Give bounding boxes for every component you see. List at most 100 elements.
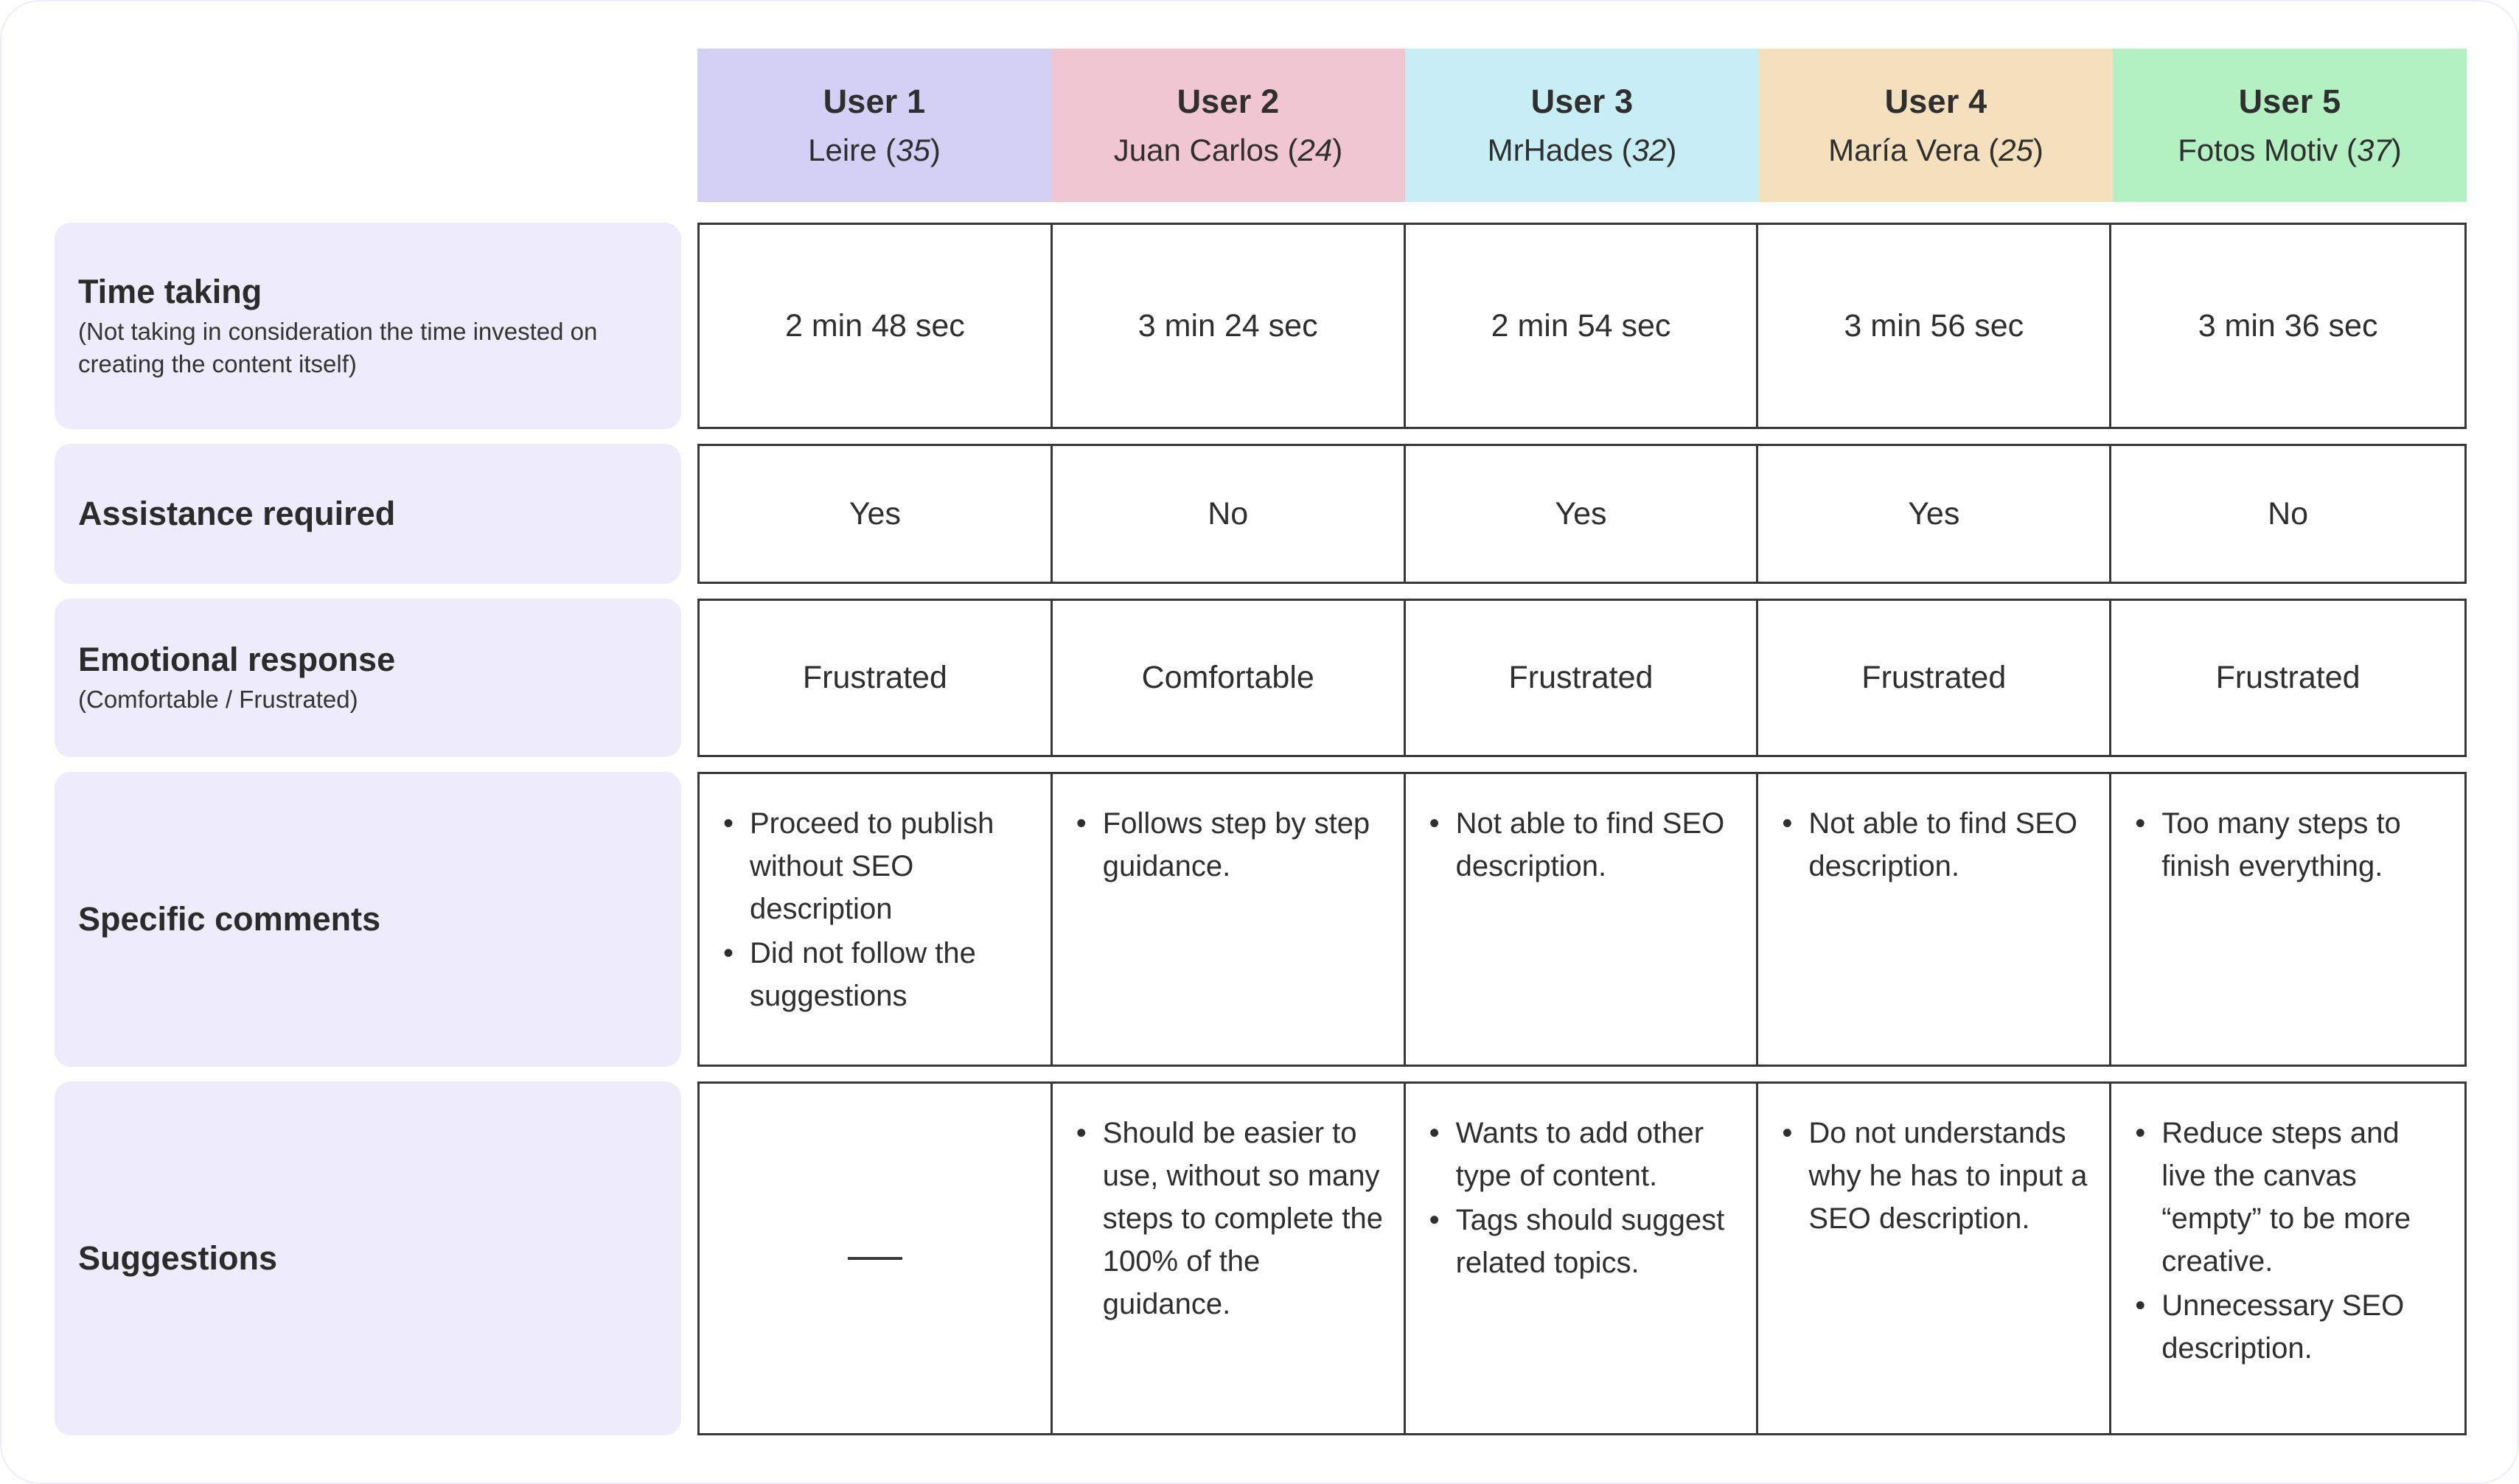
- cell-value: Yes: [1555, 495, 1607, 532]
- header-user-age: 32: [1631, 133, 1667, 167]
- cell-value: No: [2268, 495, 2309, 532]
- empty-dash-icon: [847, 1257, 902, 1260]
- cell-value: Yes: [1908, 495, 1960, 532]
- header-user-age: 37: [2357, 133, 2391, 167]
- table-cell-r1-c4: No: [2111, 446, 2464, 582]
- cell-value: Comfortable: [1141, 660, 1314, 695]
- bullet-list: Not able to find SEO description.: [1425, 802, 1738, 889]
- table-cell-r1-c0: Yes: [700, 446, 1053, 582]
- header-user-title: User 5: [2238, 83, 2341, 120]
- header-user-name-age: MrHades (32): [1487, 133, 1677, 167]
- table-header-row: User 1 Leire (35) User 2 Juan Carlos (24) Us…: [697, 49, 2467, 202]
- table-cell-r2-c0: Frustrated: [700, 601, 1053, 755]
- table-cell-r1-c3: Yes: [1758, 446, 2112, 582]
- cell-value: Frustrated: [802, 660, 947, 695]
- table-cell-r0-c4: 3 min 36 sec: [2111, 225, 2464, 427]
- row-label-title: Suggestions: [78, 1239, 278, 1278]
- header-user-title: User 3: [1530, 83, 1634, 120]
- row-label-3: Specific comments: [55, 772, 681, 1067]
- header-cell-user-2: User 2 Juan Carlos (24): [1051, 49, 1405, 202]
- cell-value: 3 min 24 sec: [1137, 307, 1318, 344]
- bullet-item: Unnecessary SEO description.: [2130, 1284, 2445, 1370]
- header-user-name-age: Fotos Motiv (37): [2178, 133, 2402, 167]
- bullet-list: Follows step by step guidance.: [1072, 802, 1384, 889]
- table-cell-r2-c4: Frustrated: [2111, 601, 2464, 755]
- row-label-title: Specific comments: [78, 900, 381, 938]
- cell-value: 2 min 48 sec: [785, 307, 965, 344]
- cell-value: No: [1208, 495, 1249, 532]
- bullet-list: Should be easier to use, without so many…: [1072, 1112, 1384, 1327]
- row-label-title: Assistance required: [78, 495, 396, 533]
- table-cell-r3-c4: Too many steps to finish everything.: [2111, 774, 2464, 1065]
- row-label-0: Time taking (Not taking in consideration …: [55, 223, 681, 429]
- header-cell-user-3: User 3 MrHades (32): [1405, 49, 1759, 202]
- cell-value: Yes: [849, 495, 901, 532]
- bullet-list: Do not understands why he has to input a…: [1777, 1112, 2090, 1241]
- bullet-list: Not able to find SEO description.: [1777, 802, 2090, 889]
- table-row: Should be easier to use, without so many…: [697, 1081, 2467, 1435]
- table-cell-r1-c1: No: [1053, 446, 1406, 582]
- bullet-item: Tags should suggest related topics.: [1425, 1199, 1738, 1284]
- table-row: Proceed to publish without SEO descripti…: [697, 772, 2467, 1067]
- header-user-title: User 1: [823, 83, 926, 120]
- header-user-name-age: Leire (35): [808, 133, 941, 167]
- bullet-list: Reduce steps and live the canvas “empty”…: [2130, 1112, 2445, 1371]
- bullet-list: Proceed to publish without SEO descripti…: [719, 802, 1031, 1019]
- header-user-title: User 2: [1177, 83, 1280, 120]
- table-cell-r3-c0: Proceed to publish without SEO descripti…: [700, 774, 1053, 1065]
- bullet-item: Not able to find SEO description.: [1425, 802, 1738, 888]
- header-user-age: 25: [1999, 133, 2033, 167]
- header-cell-user-5: User 5 Fotos Motiv (37): [2113, 49, 2467, 202]
- table-cell-r0-c1: 3 min 24 sec: [1053, 225, 1406, 427]
- row-label-subtitle: (Comfortable / Frustrated): [78, 686, 358, 714]
- bullet-item: Wants to add other type of content.: [1425, 1112, 1738, 1197]
- row-label-title: Time taking: [78, 272, 262, 310]
- table-cell-r3-c2: Not able to find SEO description.: [1406, 774, 1759, 1065]
- header-user-age: 35: [896, 133, 930, 167]
- header-user-name: Leire: [808, 133, 877, 167]
- header-user-name: María Vera: [1828, 133, 1980, 167]
- cell-value: 3 min 36 sec: [2198, 307, 2378, 344]
- cell-value: Frustrated: [1508, 660, 1654, 695]
- bullet-item: Proceed to publish without SEO descripti…: [719, 802, 1031, 930]
- bullet-item: Did not follow the suggestions: [719, 932, 1031, 1017]
- table-cell-r4-c2: Wants to add other type of content.Tags …: [1406, 1084, 1759, 1433]
- cell-value: 3 min 56 sec: [1844, 307, 2024, 344]
- table-cell-r3-c3: Not able to find SEO description.: [1758, 774, 2112, 1065]
- header-user-title: User 4: [1884, 83, 1987, 120]
- header-cell-user-1: User 1 Leire (35): [697, 49, 1051, 202]
- cell-value: 2 min 54 sec: [1491, 307, 1671, 344]
- bullet-item: Too many steps to finish everything.: [2130, 802, 2445, 888]
- row-label-4: Suggestions: [55, 1081, 681, 1435]
- bullet-item: Follows step by step guidance.: [1072, 802, 1384, 888]
- table-row: Frustrated Comfortable Frustrated Frustrate…: [697, 599, 2467, 757]
- table-row: 2 min 48 sec 3 min 24 sec 2 min 54 sec 3 mi…: [697, 223, 2467, 429]
- row-label-2: Emotional response (Comfortable / Frustra…: [55, 599, 681, 757]
- table-cell-r2-c1: Comfortable: [1053, 601, 1406, 755]
- table-cell-r2-c2: Frustrated: [1406, 601, 1759, 755]
- table-cell-r1-c2: Yes: [1406, 446, 1759, 582]
- table-cell-r0-c0: 2 min 48 sec: [700, 225, 1053, 427]
- table-cell-r4-c0: [700, 1084, 1053, 1433]
- bullet-list: Wants to add other type of content.Tags …: [1425, 1112, 1738, 1286]
- row-label-subtitle: (Not taking in consideration the time in…: [78, 318, 598, 377]
- bullet-item: Not able to find SEO description.: [1777, 802, 2090, 888]
- table-cell-r2-c3: Frustrated: [1758, 601, 2112, 755]
- bullet-item: Should be easier to use, without so many…: [1072, 1112, 1384, 1326]
- header-user-name: Juan Carlos: [1113, 133, 1279, 167]
- table-row: Yes No Yes Yes No: [697, 444, 2467, 584]
- bullet-list: Too many steps to finish everything.: [2130, 802, 2445, 889]
- bullet-item: Reduce steps and live the canvas “empty”…: [2130, 1112, 2445, 1283]
- header-user-name-age: María Vera (25): [1828, 133, 2044, 167]
- header-cell-user-4: User 4 María Vera (25): [1759, 49, 2113, 202]
- header-user-name-age: Juan Carlos (24): [1113, 133, 1343, 167]
- bullet-item: Do not understands why he has to input a…: [1777, 1112, 2090, 1240]
- cell-value: Frustrated: [2215, 660, 2361, 695]
- table-cell-r3-c1: Follows step by step guidance.: [1053, 774, 1406, 1065]
- table-cell-r0-c2: 2 min 54 sec: [1406, 225, 1759, 427]
- table-cell-r4-c4: Reduce steps and live the canvas “empty”…: [2111, 1084, 2464, 1433]
- row-label-title: Emotional response: [78, 641, 396, 679]
- header-user-name: MrHades: [1487, 133, 1613, 167]
- row-label-1: Assistance required: [55, 444, 681, 584]
- usability-test-results-table: User 1 Leire (35) User 2 Juan Carlos (24) Us…: [0, 0, 2519, 1484]
